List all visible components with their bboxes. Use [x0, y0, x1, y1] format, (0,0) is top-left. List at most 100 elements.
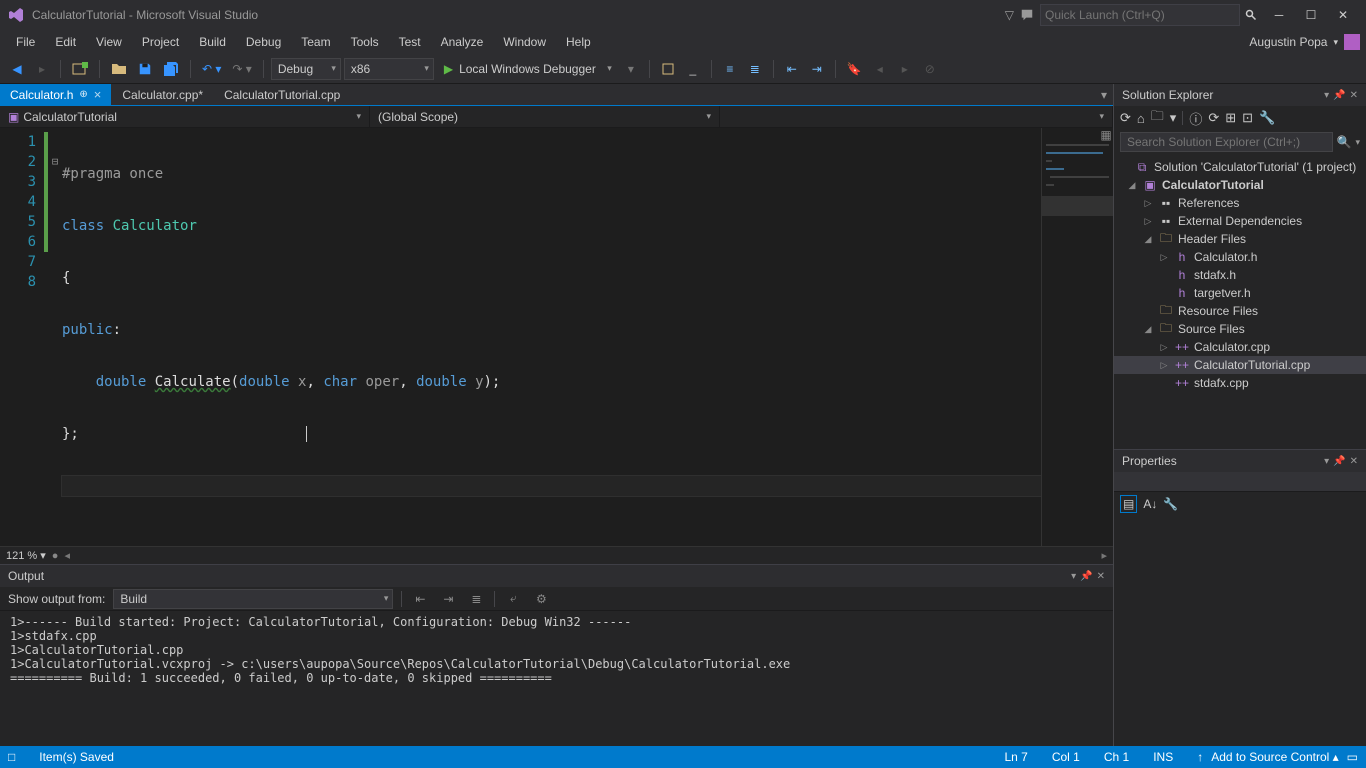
- find-msg-prev-button[interactable]: ⇤: [410, 589, 430, 609]
- menu-view[interactable]: View: [86, 32, 132, 52]
- process-icon[interactable]: [657, 58, 679, 80]
- solution-tree[interactable]: ⧉Solution 'CalculatorTutorial' (1 projec…: [1114, 154, 1366, 449]
- status-line[interactable]: Ln 7: [1004, 750, 1027, 764]
- quick-launch-input[interactable]: [1040, 4, 1240, 26]
- clear-bookmarks-button[interactable]: ⊘: [919, 58, 941, 80]
- chevron-down-icon[interactable]: ▾: [1355, 137, 1360, 148]
- outdent-button[interactable]: ⇥: [806, 58, 828, 80]
- feedback-icon[interactable]: [1020, 8, 1034, 22]
- zoom-dropdown[interactable]: 121 % ▾: [6, 549, 46, 562]
- open-file-button[interactable]: [107, 58, 131, 80]
- user-avatar[interactable]: [1344, 34, 1360, 50]
- menu-edit[interactable]: Edit: [45, 32, 86, 52]
- se-refresh-button[interactable]: ⟳: [1208, 110, 1219, 126]
- se-showall-button[interactable]: ⊞: [1225, 110, 1236, 126]
- split-icon[interactable]: ▦: [1099, 128, 1113, 142]
- redo-button[interactable]: ↷ ▾: [228, 58, 255, 80]
- minimap-scrollbar[interactable]: ▦: [1041, 128, 1113, 546]
- scroll-right-button[interactable]: ▸: [1101, 549, 1107, 562]
- code-editor[interactable]: 12345678 ⊟ #pragma once class Calculator…: [0, 128, 1113, 546]
- panel-dropdown-icon[interactable]: ▾: [1071, 571, 1076, 582]
- nav-forward-button[interactable]: ▸: [31, 58, 53, 80]
- close-button[interactable]: ✕: [1328, 4, 1358, 26]
- menu-window[interactable]: Window: [493, 32, 556, 52]
- solution-platform-dropdown[interactable]: x86: [344, 58, 434, 80]
- bookmark-button[interactable]: 🔖: [843, 58, 866, 80]
- output-source-dropdown[interactable]: Build: [113, 589, 393, 609]
- se-scope-button[interactable]: ⓘ: [1189, 109, 1202, 128]
- output-text[interactable]: 1>------ Build started: Project: Calcula…: [0, 611, 1113, 746]
- output-settings-button[interactable]: ⚙: [531, 589, 551, 609]
- tab-calculatortutorial-cpp[interactable]: CalculatorTutorial.cpp: [214, 84, 351, 105]
- user-name[interactable]: Augustin Popa: [1249, 35, 1327, 49]
- panel-close-icon[interactable]: ✕: [1350, 90, 1358, 101]
- menu-debug[interactable]: Debug: [236, 32, 291, 52]
- solution-explorer-title[interactable]: Solution Explorer ▾ 📌 ✕: [1114, 84, 1366, 106]
- panel-pin-icon[interactable]: 📌: [1080, 571, 1092, 582]
- nav-project-dropdown[interactable]: ▣ CalculatorTutorial▾: [0, 106, 370, 127]
- toggle-wrap-button[interactable]: ⤶: [503, 589, 523, 609]
- menu-analyze[interactable]: Analyze: [431, 32, 494, 52]
- properties-title[interactable]: Properties ▾ 📌 ✕: [1114, 450, 1366, 472]
- no-issues-icon[interactable]: ●: [52, 550, 59, 562]
- menu-tools[interactable]: Tools: [341, 32, 389, 52]
- status-ch[interactable]: Ch 1: [1104, 750, 1129, 764]
- panel-pin-icon[interactable]: 📌: [1333, 90, 1345, 101]
- prev-bookmark-button[interactable]: ◂: [869, 58, 891, 80]
- se-back-button[interactable]: ⌂: [1137, 111, 1145, 126]
- panel-pin-icon[interactable]: 📌: [1333, 456, 1345, 467]
- alphabetical-button[interactable]: A↓: [1143, 497, 1157, 511]
- panel-dropdown-icon[interactable]: ▾: [1324, 90, 1329, 101]
- minimize-button[interactable]: ─: [1264, 4, 1294, 26]
- maximize-button[interactable]: ☐: [1296, 4, 1326, 26]
- save-all-button[interactable]: [159, 58, 183, 80]
- indent-button[interactable]: ⇤: [781, 58, 803, 80]
- se-home-button[interactable]: ⟳: [1120, 110, 1131, 126]
- new-project-button[interactable]: [68, 58, 92, 80]
- status-col[interactable]: Col 1: [1052, 750, 1080, 764]
- pin-icon[interactable]: ⊕: [79, 89, 87, 100]
- panel-close-icon[interactable]: ✕: [1350, 456, 1358, 467]
- comment-button[interactable]: ≡: [719, 58, 741, 80]
- tab-calculator-h[interactable]: Calculator.h ⊕ ×: [0, 84, 112, 105]
- se-collapse-button[interactable]: ⊡: [1242, 110, 1253, 126]
- next-bookmark-button[interactable]: ▸: [894, 58, 916, 80]
- search-icon[interactable]: [1240, 4, 1262, 26]
- menu-test[interactable]: Test: [389, 32, 431, 52]
- menu-file[interactable]: File: [6, 32, 45, 52]
- close-icon[interactable]: ×: [94, 87, 102, 102]
- publish-icon[interactable]: ↑: [1197, 750, 1203, 764]
- nav-scope-dropdown[interactable]: (Global Scope)▾: [370, 106, 720, 127]
- props-wrench-icon[interactable]: 🔧: [1163, 497, 1178, 511]
- panel-dropdown-icon[interactable]: ▾: [1324, 456, 1329, 467]
- se-search-input[interactable]: [1120, 132, 1333, 152]
- save-button[interactable]: [134, 58, 156, 80]
- menu-project[interactable]: Project: [132, 32, 189, 52]
- panel-close-icon[interactable]: ✕: [1097, 571, 1105, 582]
- code-area[interactable]: #pragma once class Calculator { public: …: [62, 128, 1041, 546]
- status-ins[interactable]: INS: [1153, 750, 1173, 764]
- categorize-button[interactable]: ▤: [1120, 495, 1137, 513]
- se-sync-button[interactable]: ▾: [1170, 110, 1177, 126]
- source-control-button[interactable]: Add to Source Control ▴: [1211, 750, 1338, 764]
- nav-member-dropdown[interactable]: ▾: [720, 106, 1113, 127]
- notification-icon[interactable]: ▽: [1005, 8, 1014, 22]
- debug-target-button[interactable]: ▾: [620, 58, 642, 80]
- se-sync-button[interactable]: 🗀: [1151, 107, 1164, 129]
- solution-config-dropdown[interactable]: Debug: [271, 58, 341, 80]
- notifications-button[interactable]: ▭: [1347, 750, 1358, 764]
- tab-overflow-button[interactable]: ▾: [1095, 84, 1113, 105]
- tab-calculator-cpp[interactable]: Calculator.cpp*: [112, 84, 214, 105]
- step-icon[interactable]: _: [682, 58, 704, 80]
- find-msg-next-button[interactable]: ⇥: [438, 589, 458, 609]
- fold-gutter[interactable]: ⊟: [48, 128, 62, 546]
- uncomment-button[interactable]: ≣: [744, 58, 766, 80]
- status-icon[interactable]: □: [8, 750, 15, 764]
- menu-team[interactable]: Team: [291, 32, 340, 52]
- undo-button[interactable]: ↶ ▾: [198, 58, 225, 80]
- clear-all-button[interactable]: ≣: [466, 589, 486, 609]
- search-icon[interactable]: 🔍: [1333, 135, 1356, 149]
- se-properties-button[interactable]: 🔧: [1259, 110, 1275, 126]
- chevron-down-icon[interactable]: ▾: [1333, 37, 1338, 48]
- start-debug-button[interactable]: ▶Local Windows Debugger: [437, 58, 617, 80]
